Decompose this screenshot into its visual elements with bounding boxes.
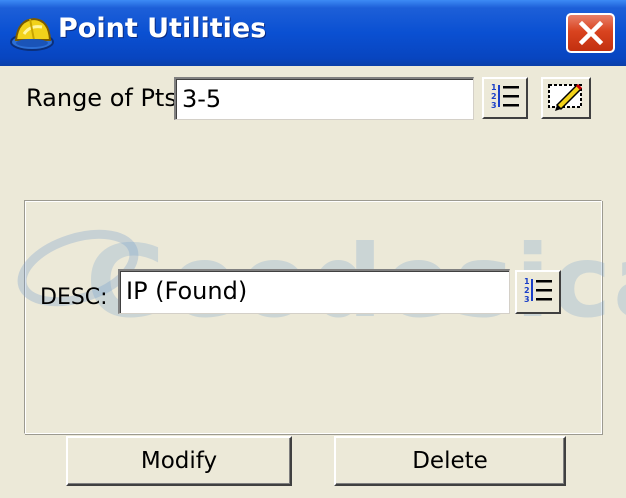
svg-text:1: 1	[491, 83, 497, 92]
svg-text:3: 3	[491, 101, 497, 110]
desc-pick-list-button[interactable]: 1 2 3	[515, 270, 561, 314]
desc-label: DESC:	[40, 285, 108, 310]
window-title: Point Utilities	[58, 13, 267, 44]
modify-button[interactable]: Modify	[66, 436, 292, 486]
svg-text:3: 3	[524, 295, 530, 304]
range-of-pts-label: Range of Pts:	[26, 84, 185, 112]
title-bar: Point Utilities	[0, 0, 626, 66]
svg-text:2: 2	[491, 92, 497, 101]
numbered-list-icon: 1 2 3	[522, 275, 554, 309]
range-pick-list-button[interactable]: 1 2 3	[482, 77, 528, 119]
delete-button[interactable]: Delete	[334, 436, 566, 486]
desc-input[interactable]: IP (Found)	[118, 269, 510, 314]
edit-pencil-icon	[547, 81, 585, 115]
close-button[interactable]	[566, 13, 615, 53]
range-of-pts-input[interactable]: 3-5	[174, 77, 474, 120]
desc-group-box	[24, 200, 602, 434]
numbered-list-icon: 1 2 3	[489, 81, 521, 115]
point-utilities-window: Point Utilities Range of Pts: 3-5 1 2 3	[0, 0, 626, 498]
svg-text:1: 1	[524, 277, 530, 286]
close-icon	[578, 20, 604, 46]
range-edit-button[interactable]	[541, 77, 591, 119]
svg-text:2: 2	[524, 286, 530, 295]
hardhat-icon	[8, 12, 56, 54]
